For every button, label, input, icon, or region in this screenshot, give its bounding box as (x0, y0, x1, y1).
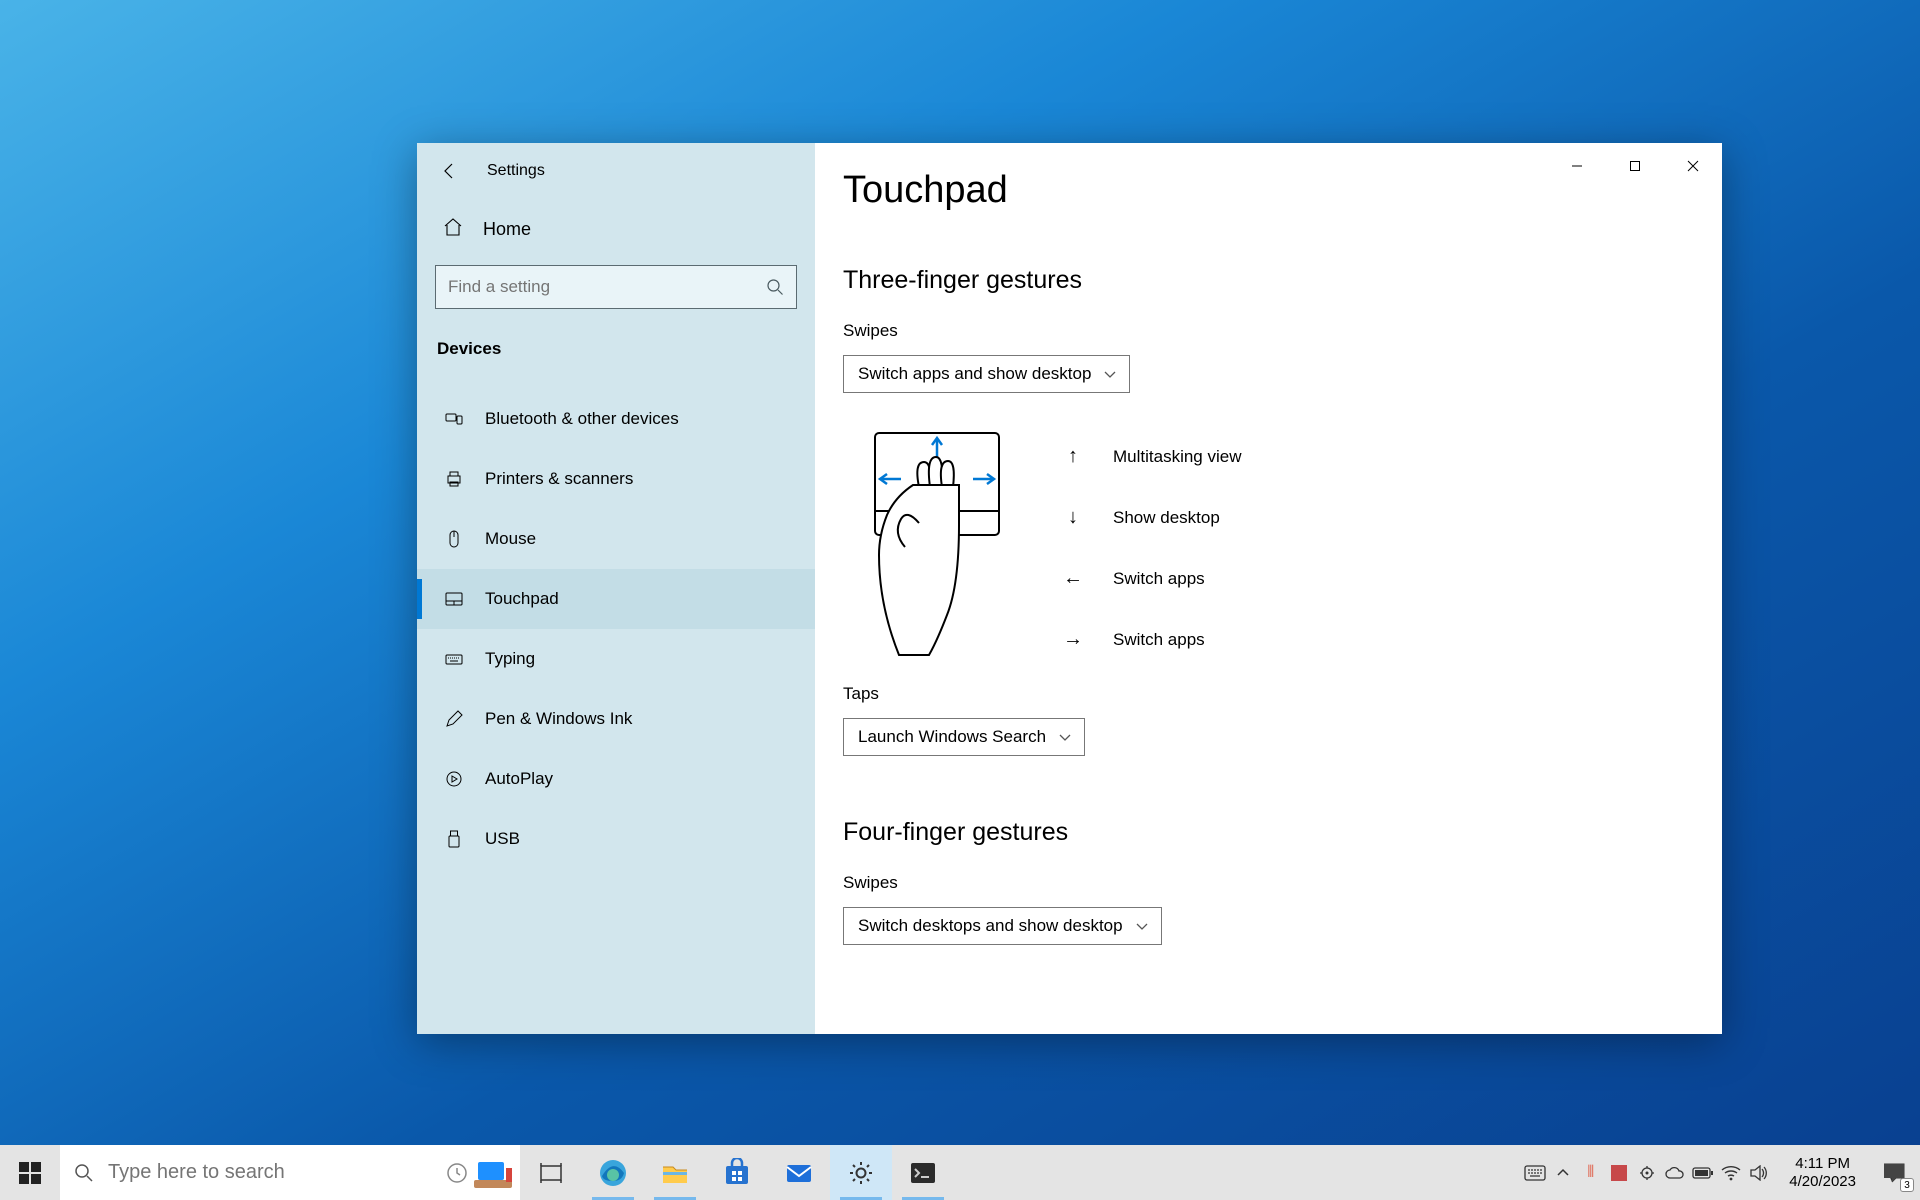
taskbar-app-terminal[interactable] (892, 1145, 954, 1200)
taskbar-app-mail[interactable] (768, 1145, 830, 1200)
sidebar-item-touchpad[interactable]: Touchpad (417, 569, 815, 629)
titlebar: Settings (417, 143, 815, 199)
window-title: Settings (487, 162, 545, 180)
tray-overflow-chevron[interactable] (1550, 1145, 1575, 1200)
action-center-button[interactable]: 3 (1868, 1145, 1920, 1200)
taps-value: Launch Windows Search (858, 727, 1046, 747)
taskbar-search[interactable] (60, 1145, 520, 1200)
search-icon (74, 1163, 94, 1183)
window-controls (1548, 143, 1722, 189)
sidebar-home[interactable]: Home (417, 199, 815, 259)
gesture-legend: ↑Multitasking view ↓Show desktop ←Switch… (1063, 427, 1242, 651)
tray-wifi-icon[interactable] (1718, 1145, 1743, 1200)
close-button[interactable] (1664, 143, 1722, 189)
section-three-finger: Three-finger gestures (843, 266, 1694, 295)
sidebar-item-label: Bluetooth & other devices (485, 409, 679, 429)
taps-label: Taps (843, 684, 1694, 704)
gesture-down: ↓Show desktop (1063, 506, 1242, 529)
cortana-deco-icon (472, 1152, 514, 1194)
home-icon (443, 217, 463, 242)
sidebar-item-label: USB (485, 829, 520, 849)
tray-battery-icon[interactable] (1690, 1145, 1715, 1200)
sidebar-item-label: Pen & Windows Ink (485, 709, 632, 729)
sidebar-item-pen[interactable]: Pen & Windows Ink (417, 689, 815, 749)
minimize-button[interactable] (1548, 143, 1606, 189)
swipes4-value: Switch desktops and show desktop (858, 916, 1123, 936)
swipes4-combobox[interactable]: Switch desktops and show desktop (843, 907, 1162, 945)
taskbar-app-store[interactable] (706, 1145, 768, 1200)
pen-icon (443, 708, 465, 730)
sidebar-search-input[interactable] (448, 277, 766, 297)
tray-volume-icon[interactable] (1746, 1145, 1771, 1200)
arrow-up-icon: ↑ (1063, 445, 1083, 468)
taskbar-spacer (954, 1145, 1516, 1200)
sidebar-item-label: Mouse (485, 529, 536, 549)
main-content: Touchpad Three-finger gestures Swipes Sw… (815, 143, 1722, 1034)
sidebar-item-printers[interactable]: Printers & scanners (417, 449, 815, 509)
taskbar-app-explorer[interactable] (644, 1145, 706, 1200)
arrow-left-icon: ← (1063, 567, 1083, 590)
task-view-button[interactable] (520, 1145, 582, 1200)
taskbar-clock[interactable]: 4:11 PM 4/20/2023 (1777, 1145, 1868, 1200)
mouse-icon (443, 528, 465, 550)
clock-date: 4/20/2023 (1789, 1173, 1856, 1190)
sidebar: Settings Home Devices Bluetooth & other … (417, 143, 815, 1034)
maximize-button[interactable] (1606, 143, 1664, 189)
taskbar-app-settings[interactable] (830, 1145, 892, 1200)
sidebar-item-usb[interactable]: USB (417, 809, 815, 869)
sidebar-nav: Bluetooth & other devices Printers & sca… (417, 373, 815, 869)
tray-app1-icon[interactable]: ⦀ (1578, 1145, 1603, 1200)
typing-icon (443, 648, 465, 670)
clock-time: 4:11 PM (1795, 1155, 1850, 1172)
chevron-down-icon (1135, 919, 1149, 933)
sidebar-item-label: Touchpad (485, 589, 559, 609)
arrow-right-icon: → (1063, 628, 1083, 651)
swipes4-label: Swipes (843, 873, 1694, 893)
tray-input-indicator[interactable] (1522, 1145, 1547, 1200)
section-four-finger: Four-finger gestures (843, 818, 1694, 847)
sidebar-item-autoplay[interactable]: AutoPlay (417, 749, 815, 809)
sidebar-item-label: Typing (485, 649, 535, 669)
printer-icon (443, 468, 465, 490)
sidebar-item-mouse[interactable]: Mouse (417, 509, 815, 569)
search-deco (446, 1149, 514, 1196)
clock-badge-icon (446, 1162, 468, 1184)
autoplay-icon (443, 768, 465, 790)
swipes-label: Swipes (843, 321, 1694, 341)
back-button[interactable] (435, 157, 463, 185)
sidebar-search[interactable] (435, 265, 797, 309)
system-tray: ⦀ (1516, 1145, 1777, 1200)
gesture-up: ↑Multitasking view (1063, 445, 1242, 468)
sidebar-item-label: AutoPlay (485, 769, 553, 789)
taps-combobox[interactable]: Launch Windows Search (843, 718, 1085, 756)
sidebar-home-label: Home (483, 219, 531, 240)
sidebar-item-bluetooth[interactable]: Bluetooth & other devices (417, 389, 815, 449)
notification-badge: 3 (1900, 1178, 1914, 1192)
settings-window: Settings Home Devices Bluetooth & other … (417, 143, 1722, 1034)
gesture-diagram: ↑Multitasking view ↓Show desktop ←Switch… (867, 427, 1694, 674)
touchpad-icon (443, 588, 465, 610)
touchpad-hand-illustration (867, 427, 1007, 674)
start-button[interactable] (0, 1145, 60, 1200)
usb-icon (443, 828, 465, 850)
tray-app2-icon[interactable] (1606, 1145, 1631, 1200)
swipes-combobox[interactable]: Switch apps and show desktop (843, 355, 1130, 393)
sidebar-category: Devices (417, 325, 815, 373)
tray-location-icon[interactable] (1634, 1145, 1659, 1200)
swipes-value: Switch apps and show desktop (858, 364, 1091, 384)
bluetooth-icon (443, 408, 465, 430)
tray-onedrive-icon[interactable] (1662, 1145, 1687, 1200)
search-icon (766, 278, 784, 296)
chevron-down-icon (1058, 730, 1072, 744)
taskbar: ⦀ 4:11 PM 4/20/2023 3 (0, 1145, 1920, 1200)
chevron-down-icon (1103, 367, 1117, 381)
sidebar-item-typing[interactable]: Typing (417, 629, 815, 689)
sidebar-item-label: Printers & scanners (485, 469, 633, 489)
gesture-left: ←Switch apps (1063, 567, 1242, 590)
arrow-down-icon: ↓ (1063, 506, 1083, 529)
taskbar-app-edge[interactable] (582, 1145, 644, 1200)
gesture-right: →Switch apps (1063, 628, 1242, 651)
